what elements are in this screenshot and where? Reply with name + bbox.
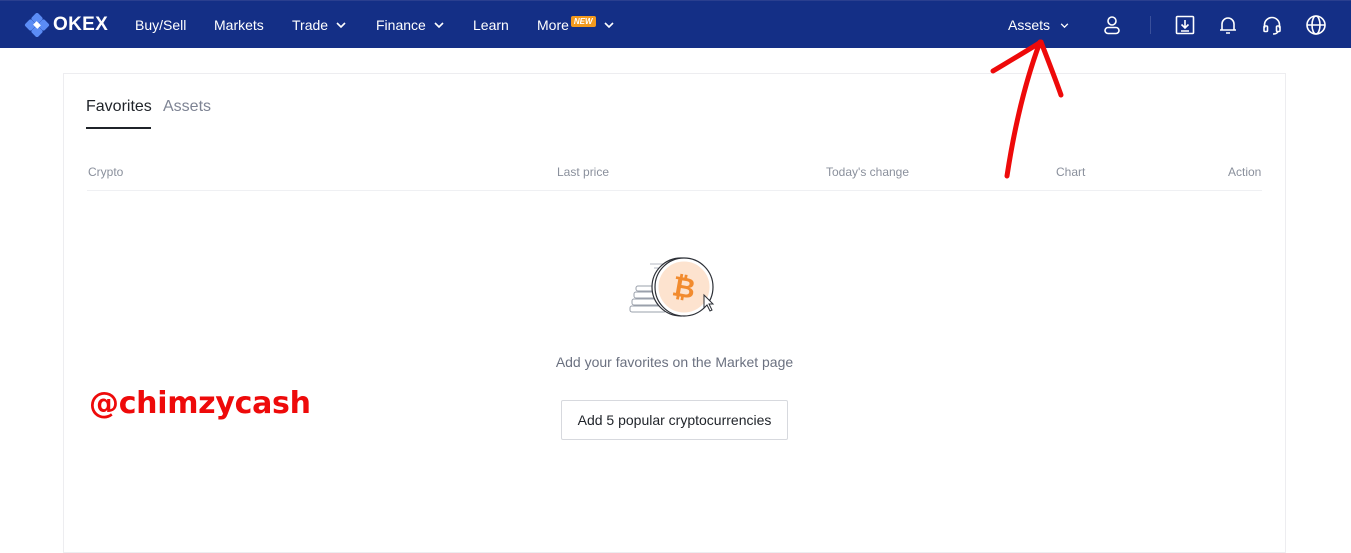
nav-assets-menu[interactable]: Assets	[1008, 1, 1069, 49]
column-header-last-price: Last price	[557, 165, 610, 179]
nav-trade[interactable]: Trade	[292, 1, 346, 49]
column-header-action: Action	[1228, 165, 1262, 179]
chevron-down-icon	[1060, 22, 1069, 28]
chevron-down-icon	[336, 22, 346, 28]
nav-learn-label: Learn	[473, 17, 509, 33]
tab-assets[interactable]: Assets	[163, 98, 211, 116]
empty-state-message: Add your favorites on the Market page	[0, 354, 1351, 370]
okex-logo-icon	[24, 13, 50, 37]
nav-more-label: More	[537, 17, 569, 33]
nav-finance-label: Finance	[376, 17, 426, 33]
column-header-todays-change: Today's change	[826, 165, 910, 179]
nav-assets-label: Assets	[1008, 17, 1051, 33]
empty-state-text: Add your favorites on the Market page	[555, 354, 794, 370]
column-header-chart: Chart	[1056, 165, 1086, 179]
download-icon[interactable]	[1173, 13, 1197, 37]
nav-markets-label: Markets	[214, 17, 264, 33]
logo-text: OKEX	[53, 14, 109, 35]
bell-icon[interactable]	[1216, 13, 1240, 37]
watermark-text: @chimzycash	[89, 386, 311, 421]
nav-finance[interactable]: Finance	[376, 1, 444, 49]
chevron-down-icon	[434, 22, 444, 28]
nav-trade-label: Trade	[292, 17, 329, 33]
tab-favorites[interactable]: Favorites	[86, 98, 152, 116]
nav-learn[interactable]: Learn	[473, 1, 509, 49]
nav-markets[interactable]: Markets	[214, 1, 264, 49]
nav-buy-sell[interactable]: Buy/Sell	[135, 1, 186, 49]
headset-icon[interactable]	[1260, 13, 1284, 37]
okex-logo[interactable]: OKEX	[24, 13, 108, 37]
nav-divider	[1150, 16, 1151, 34]
chevron-down-icon	[604, 22, 614, 28]
nav-buy-sell-label: Buy/Sell	[135, 17, 187, 33]
nav-more[interactable]: More NEW	[537, 1, 614, 49]
new-badge: NEW	[570, 15, 596, 27]
user-icon[interactable]	[1100, 13, 1124, 37]
globe-icon[interactable]	[1304, 13, 1328, 37]
bitcoin-coins-icon: ₿	[626, 255, 722, 321]
table-header-divider	[87, 190, 1262, 191]
column-header-crypto: Crypto	[88, 165, 124, 179]
top-navigation-bar: OKEX Buy/Sell Markets Trade Finance Lear…	[0, 0, 1351, 48]
add-popular-cryptos-button[interactable]: Add 5 popular cryptocurrencies	[561, 400, 788, 440]
active-tab-indicator	[86, 127, 151, 129]
